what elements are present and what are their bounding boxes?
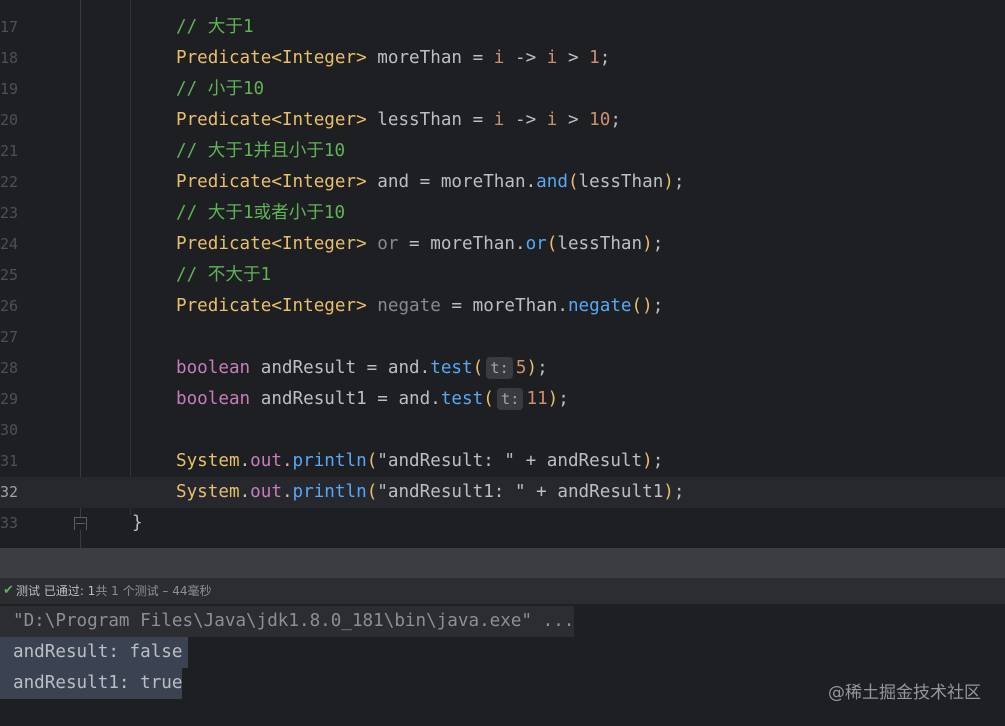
class-name: System [176,482,240,502]
line-number: 30 [0,421,19,439]
field: out [250,482,282,502]
code-line[interactable]: boolean andResult = and.test(t: 5); [0,353,1005,384]
string-literal: "andResult: " [377,451,515,471]
parameter-hint: t: [496,388,524,410]
keyword: boolean [176,358,251,378]
class-name: System [176,451,240,471]
line-number: 27 [0,328,19,346]
field: out [250,451,282,471]
variable: i [493,110,505,130]
number: 10 [589,110,611,130]
keyword: boolean [176,389,251,409]
line-number: 19 [0,80,19,98]
code-line[interactable]: // 大于1并且小于10 [0,136,1005,167]
variable: or [377,234,399,254]
type-name: Predicate<Integer> [176,172,367,192]
method-call: or [525,234,547,254]
code-line[interactable]: Predicate<Integer> and = moreThan.and(le… [0,167,1005,198]
code-line[interactable]: } [0,508,1005,539]
console-output-line: andResult1: true [0,668,183,699]
code-line[interactable]: // 不大于1 [0,260,1005,291]
line-number: 33 [0,514,19,532]
line-number: 24 [0,235,19,253]
run-console[interactable]: "D:\Program Files\Java\jdk1.8.0_181\bin\… [0,604,1005,726]
method-call: test [430,358,473,378]
method-call: println [292,482,367,502]
code-line[interactable]: boolean andResult1 = and.test(t: 11); [0,384,1005,415]
variable: andResult1 [557,482,664,502]
type-name: Predicate<Integer> [176,296,367,316]
type-name: Predicate<Integer> [176,234,367,254]
line-number: 28 [0,359,19,377]
console-output-line: andResult: false [0,637,188,668]
variable: andResult [546,451,643,471]
method-call: println [292,451,367,471]
line-number: 22 [0,173,19,191]
variable: andResult1 [260,389,367,409]
comment: // 小于10 [176,79,265,99]
variable: i [493,48,505,68]
console-command-line: "D:\Program Files\Java\jdk1.8.0_181\bin\… [0,606,575,637]
variable: lessThan [578,172,664,192]
variable: moreThan [377,48,463,68]
line-number: 18 [0,49,19,67]
line-number: 21 [0,142,19,160]
code-line[interactable]: Predicate<Integer> or = moreThan.or(less… [0,229,1005,260]
code-line[interactable]: // 大于1 [0,12,1005,43]
check-icon: ✔ [3,583,14,598]
variable: moreThan [440,172,526,192]
comment: // 大于1并且小于10 [176,141,346,161]
code-line[interactable]: Predicate<Integer> lessThan = i -> i > 1… [0,105,1005,136]
string-literal: "andResult1: " [377,482,526,502]
panel-divider[interactable] [0,548,1005,578]
code-editor[interactable]: // 大于1 Predicate<Integer> moreThan = i -… [0,0,1005,548]
line-number: 25 [0,266,19,284]
code-line[interactable]: Predicate<Integer> negate = moreThan.neg… [0,291,1005,322]
code-line[interactable]: // 小于10 [0,74,1005,105]
code-line[interactable]: System.out.println("andResult: " + andRe… [0,446,1005,477]
method-call: negate [567,296,632,316]
comment: // 不大于1 [176,265,272,285]
code-line-current[interactable]: System.out.println("andResult1: " + andR… [0,477,1005,508]
line-number: 23 [0,204,19,222]
variable: moreThan [430,234,515,254]
code-line[interactable]: Predicate<Integer> moreThan = i -> i > 1… [0,43,1005,74]
variable: andResult [260,358,357,378]
variable: lessThan [377,110,463,130]
code-line[interactable]: // 大于1或者小于10 [0,198,1005,229]
line-number: 32 [0,483,19,501]
parameter-hint: t: [486,357,513,379]
method-call: test [440,389,484,409]
variable: negate [377,296,441,316]
comment: // 大于1或者小于10 [176,203,346,223]
variable: and [387,358,420,378]
type-name: Predicate<Integer> [176,48,367,68]
watermark-logo: @稀土掘金技术社区 [828,683,981,703]
variable: moreThan [472,296,558,316]
number: 11 [526,389,548,409]
type-name: Predicate<Integer> [176,110,367,130]
line-number: 31 [0,452,19,470]
test-status-bar: ✔ 测试 已通过: 1共 1 个测试 – 44毫秒 [0,578,1005,604]
method-call: and [536,172,568,192]
number: 5 [515,358,527,378]
variable: lessThan [557,234,643,254]
number: 1 [589,48,600,68]
test-status-label: 测试 已通过: [16,584,84,598]
line-number: 26 [0,297,19,315]
comment: // 大于1 [176,17,254,37]
line-number: 17 [0,18,19,36]
test-detail: 共 1 个测试 – 44毫秒 [95,584,212,598]
closing-brace: } [132,513,143,533]
line-number: 20 [0,111,19,129]
variable: and [377,172,410,192]
test-pass-count: 1 [83,584,96,598]
line-number: 29 [0,390,19,408]
variable: i [546,110,558,130]
variable: and [398,389,431,409]
variable: i [546,48,558,68]
